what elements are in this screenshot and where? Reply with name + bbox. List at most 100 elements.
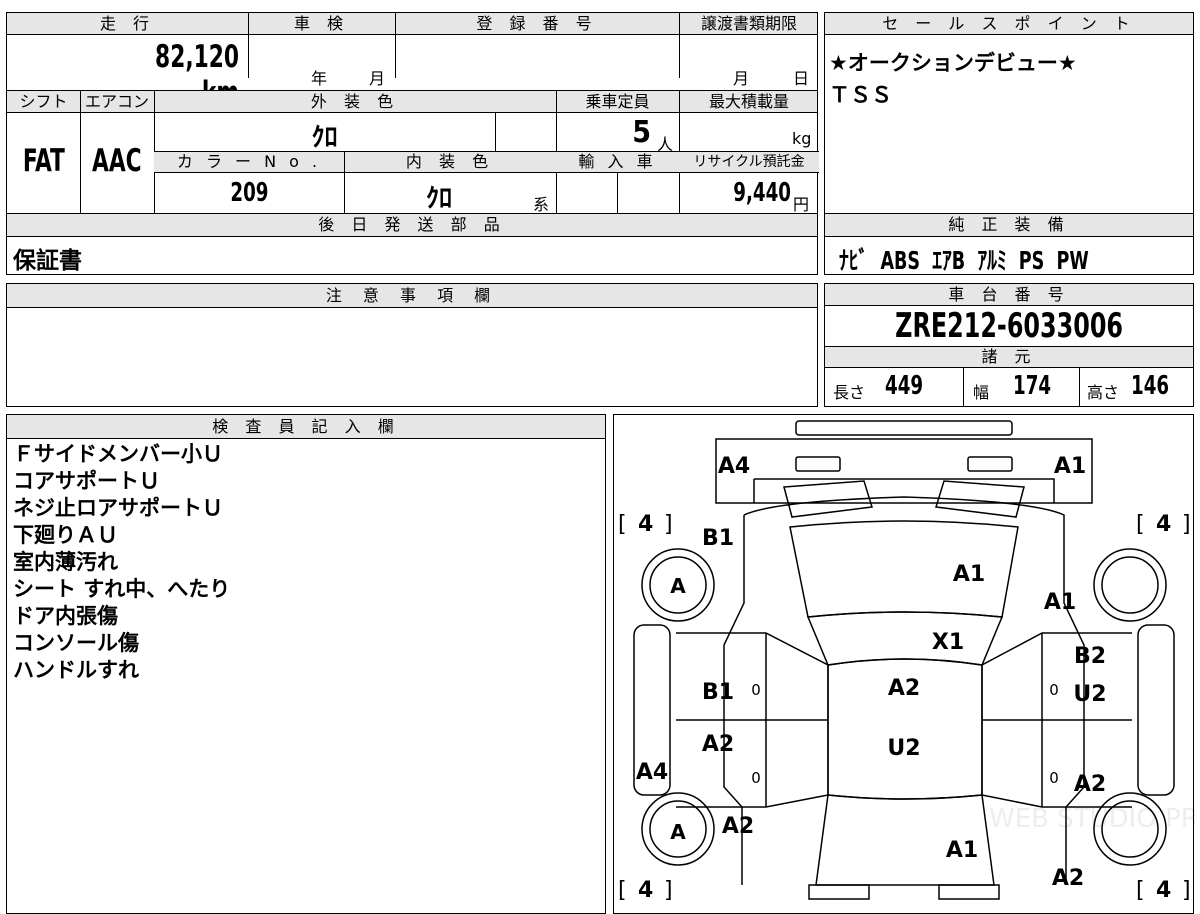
mileage-number: 82,120 <box>155 39 239 75</box>
tire-depth-fl: 4 <box>638 512 653 537</box>
mark-windshield: X1 <box>932 630 964 655</box>
interior-color-value: ｸﾛ <box>425 184 452 214</box>
chassis-number-text: ZRE212-6033006 <box>895 306 1123 346</box>
length-value: 449 <box>885 371 934 401</box>
divider <box>963 368 964 406</box>
interior-color-suffix: 系 <box>533 195 550 214</box>
inspector-note: ネジ止ロアサポートＵ <box>13 496 223 520</box>
shift-value: FAT <box>7 143 80 179</box>
equipment-header: 純 正 装 備 <box>948 215 1070 234</box>
divider <box>617 173 618 213</box>
chassis-header: 車 台 番 号 <box>948 285 1070 304</box>
aircon-header: エアコン <box>84 92 149 111</box>
chassis-panel: 車 台 番 号 ZRE212-6033006 諸 元 長さ 449 幅 174 … <box>824 283 1194 407</box>
mark-right-rear-door: A2 <box>1074 772 1106 797</box>
inspector-note: コンソール傷 <box>13 631 139 655</box>
inspector-note: 室内薄汚れ <box>13 550 118 574</box>
tire-depth-fr: 4 <box>1156 512 1171 537</box>
wheel-label-left-rear: A <box>670 820 686 844</box>
capacity-value: 5 <box>632 115 651 150</box>
exterior-color-header: 外 装 色 <box>310 92 400 111</box>
max-load-header: 最大積載量 <box>708 92 789 111</box>
height-value: 146 <box>1131 371 1180 401</box>
mark-left-rear-door: A2 <box>702 732 734 757</box>
mark-hood: A1 <box>953 562 985 587</box>
mark-right-front-door-top: B2 <box>1074 644 1106 669</box>
inspector-note: 下廻りＡＵ <box>13 523 118 547</box>
inspection-header: 車 検 <box>293 14 350 33</box>
deferred-parts-value: 保証書 <box>13 248 82 274</box>
mark-front-bumper-right: A1 <box>1054 454 1086 479</box>
width-label: 幅 <box>973 383 990 402</box>
aircon-text: AAC <box>92 143 142 179</box>
damage-diagram-panel: A4 A1 B1 A1 A1 X1 B2 B1 A2 U2 A2 U2 A4 A… <box>613 414 1195 914</box>
mark-right-front-fender: A1 <box>1044 590 1076 615</box>
deadline-month-unit: 月 <box>733 69 750 88</box>
recycle-fee-value: 9,440 <box>679 178 791 208</box>
height-value-text: 146 <box>1131 371 1170 401</box>
chassis-number: ZRE212-6033006 <box>825 306 1193 346</box>
mileage-header: 走 行 <box>99 14 156 33</box>
specs-header: 諸 元 <box>981 347 1037 366</box>
shift-text: FAT <box>22 143 65 179</box>
sales-point-line-2: ＴＳＳ <box>829 83 892 107</box>
length-value-text: 449 <box>885 371 924 401</box>
vehicle-info-table: 走 行 車 検 登 録 番 号 譲渡書類期限 82,120 km 年 月 月 日… <box>6 12 819 275</box>
door-mark-right-front: 0 <box>1049 681 1059 699</box>
equipment-text: ﾅﾋﾞ ABS ｴｱB ｱﾙﾐ PS PW <box>839 246 1089 275</box>
door-mark-left-front: 0 <box>751 681 761 699</box>
tire-depth-bracket-fr: [ <box>1136 512 1145 537</box>
tire-depth-bracket-rr: [ <box>1136 878 1145 903</box>
width-value: 174 <box>1013 371 1062 401</box>
max-load-unit: kg <box>792 129 812 148</box>
mark-roof-rear: U2 <box>887 736 920 761</box>
mark-left-rear-fender: A2 <box>722 814 754 839</box>
mark-left-side-sill: A4 <box>636 760 668 785</box>
divider <box>1079 368 1080 406</box>
tire-depth-rr: 4 <box>1156 878 1171 903</box>
registration-number-header: 登 録 番 号 <box>476 14 598 33</box>
height-label: 高さ <box>1087 383 1120 402</box>
inspection-year-unit: 年 <box>311 69 328 88</box>
door-mark-right-rear: 0 <box>1049 769 1059 787</box>
recycle-fee-text: 9,440 <box>733 178 791 208</box>
equipment-value: ﾅﾋﾞ ABS ｴｱB ｱﾙﾐ PS PW <box>839 241 1159 277</box>
tire-depth-bracket-fr-end: ] <box>1182 512 1191 537</box>
mark-trunk: A1 <box>946 838 978 863</box>
inspector-note: Ｆサイドメンバー小Ｕ <box>13 442 223 466</box>
divider <box>495 113 496 151</box>
mark-left-front-fender: B1 <box>702 526 734 551</box>
color-number-text: 209 <box>229 178 269 208</box>
inspector-note: シート すれ中、へたり <box>13 577 231 601</box>
recycle-fee-unit: 円 <box>793 195 810 214</box>
tire-depth-bracket-fl: [ <box>618 512 627 537</box>
sales-point-panel: セ ー ル ス ポ イ ン ト ★オークションデビュー★ ＴＳＳ 純 正 装 備… <box>824 12 1194 275</box>
inspector-note: コアサポートＵ <box>13 469 160 493</box>
shift-header: シフト <box>19 92 68 111</box>
sales-point-header: セ ー ル ス ポ イ ン ト <box>882 14 1136 33</box>
mark-roof: A2 <box>888 676 920 701</box>
inspector-note: ドア内張傷 <box>13 604 118 628</box>
car-diagram: A4 A1 B1 A1 A1 X1 B2 B1 A2 U2 A2 U2 A4 A… <box>618 420 1195 903</box>
exterior-color-value: ｸﾛ <box>311 123 338 153</box>
wheel-label-left-front: A <box>670 574 686 598</box>
tire-depth-rl: 4 <box>638 878 653 903</box>
mark-front-bumper-left: A4 <box>718 454 750 479</box>
color-number-value: 209 <box>154 178 344 208</box>
door-mark-left-rear: 0 <box>751 769 761 787</box>
import-header: 輸 入 車 <box>578 152 657 171</box>
recycle-fee-header: リサイクル預託金 <box>693 154 805 170</box>
interior-color-header: 内 装 色 <box>405 152 495 171</box>
capacity-header: 乗車定員 <box>585 92 650 111</box>
mark-right-rear-fender: A2 <box>1052 866 1084 891</box>
inspector-note: ハンドルすれ <box>13 658 139 682</box>
inspector-notes-list: Ｆサイドメンバー小Ｕ コアサポートＵ ネジ止ロアサポートＵ 下廻りＡＵ 室内薄汚… <box>13 441 230 684</box>
color-number-header: カ ラ ー N o . <box>176 152 322 171</box>
length-label: 長さ <box>833 383 866 402</box>
mark-left-front-door: B1 <box>702 680 734 705</box>
deferred-parts-header: 後 日 発 送 部 品 <box>318 215 506 234</box>
transfer-deadline-header: 譲渡書類期限 <box>700 14 797 33</box>
tire-depth-bracket-rr-end: ] <box>1182 878 1191 903</box>
inspection-month-unit: 月 <box>369 69 386 88</box>
notes-header: 注 意 事 項 欄 <box>325 286 499 305</box>
